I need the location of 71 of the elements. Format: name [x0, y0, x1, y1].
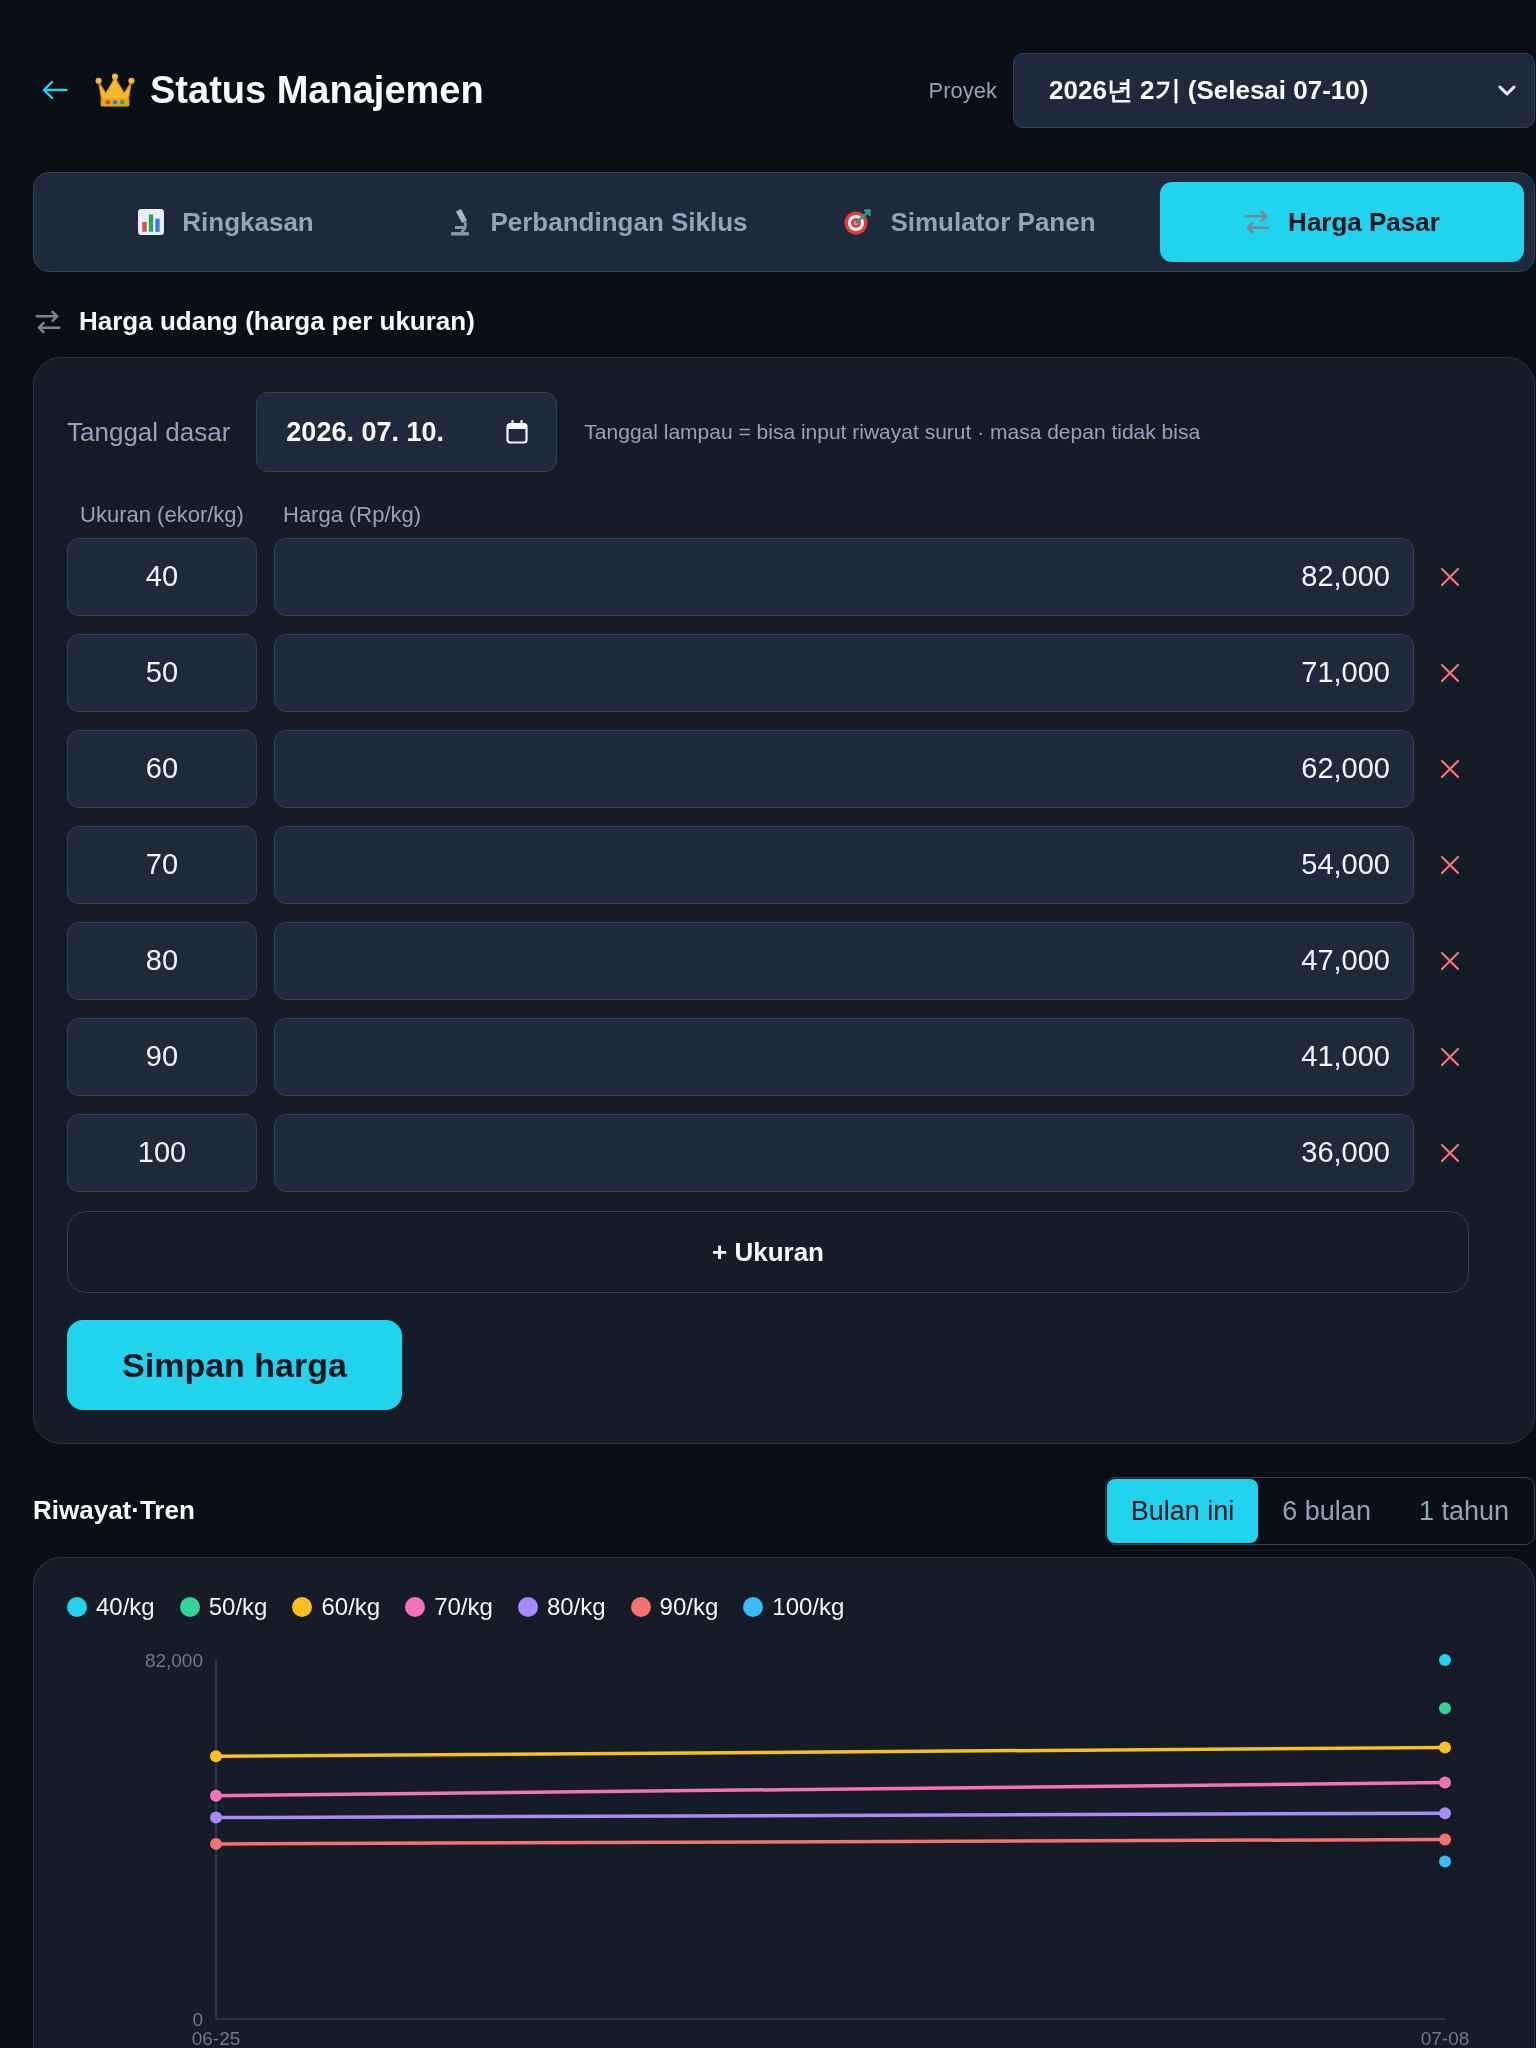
tab[interactable]: Harga Pasar	[1160, 182, 1524, 262]
page-title: Status Manajemen	[150, 69, 484, 112]
exchange-icon	[1244, 209, 1271, 235]
data-point	[1439, 1807, 1451, 1820]
size-field[interactable]: 60	[67, 730, 257, 808]
price-field[interactable]: 54,000	[274, 826, 1414, 904]
column-header: Harga (Rp/kg)	[282, 502, 422, 528]
legend-label: 100/kg	[772, 1592, 845, 1622]
legend-label: 80/kg	[546, 1592, 606, 1622]
x-icon	[1440, 1143, 1460, 1163]
range-tab[interactable]: 6 bulan	[1258, 1479, 1395, 1543]
x-tick-label: 06-25	[191, 2028, 241, 2048]
price-field[interactable]: 47,000	[274, 922, 1414, 1000]
y-tick-label: 0	[192, 2009, 203, 2030]
add-size-button[interactable]: + Ukuran	[67, 1211, 1469, 1293]
size-field[interactable]: 100	[67, 1114, 257, 1192]
x-icon	[1440, 855, 1460, 875]
exchange-icon	[35, 309, 61, 335]
crown-icon	[95, 73, 135, 108]
price-field[interactable]: 36,000	[274, 1114, 1414, 1192]
tab[interactable]: Perbandingan Siklus	[416, 182, 780, 262]
tab[interactable]: Ringkasan	[44, 182, 408, 262]
x-icon	[1440, 951, 1460, 971]
legend-label: 60/kg	[321, 1592, 381, 1622]
bar-chart-icon	[138, 209, 165, 235]
data-point	[210, 1837, 222, 1850]
x-icon	[1440, 663, 1460, 683]
data-point	[1439, 1702, 1451, 1715]
legend-label: 90/kg	[659, 1592, 719, 1622]
date-field[interactable]: 2026. 07. 10.	[256, 392, 558, 472]
data-point	[1439, 1776, 1451, 1789]
save-button[interactable]: Simpan harga	[67, 1320, 402, 1410]
data-point	[210, 1811, 222, 1824]
range-tab[interactable]: Bulan ini	[1106, 1479, 1259, 1543]
hint-text: Tanggal lampau = bisa input riwayat surut · masa depan tidak bisa	[584, 419, 1201, 446]
data-point	[210, 1750, 222, 1763]
data-point	[1439, 1855, 1451, 1868]
section-title: Harga udang (harga per ukuran)	[79, 306, 475, 338]
price-field[interactable]: 82,000	[274, 538, 1414, 616]
price-field[interactable]: 62,000	[274, 730, 1414, 808]
project-select[interactable]: 2026년 2기 (Selesai 07-10)	[1013, 53, 1535, 128]
legend-label: 50/kg	[208, 1592, 268, 1622]
tab[interactable]: Simulator Panen	[788, 182, 1152, 262]
data-point	[1439, 1741, 1451, 1754]
price-field[interactable]: 41,000	[274, 1018, 1414, 1096]
x-icon	[1440, 567, 1460, 587]
size-field[interactable]: 90	[67, 1018, 257, 1096]
x-icon	[1440, 759, 1460, 779]
project-label: Proyek	[928, 77, 997, 105]
chevron-down-icon	[1498, 84, 1516, 97]
data-point	[210, 1789, 222, 1802]
price-field[interactable]: 71,000	[274, 634, 1414, 712]
section-title: Riwayat·Tren	[33, 1495, 195, 1527]
size-field[interactable]: 70	[67, 826, 257, 904]
back-button[interactable]	[42, 80, 68, 101]
legend-label: 40/kg	[96, 1592, 155, 1622]
size-field[interactable]: 40	[67, 538, 257, 616]
column-header: Ukuran (ekor/kg)	[79, 502, 245, 528]
size-field[interactable]: 50	[67, 634, 257, 712]
size-field[interactable]: 80	[67, 922, 257, 1000]
calendar-icon	[506, 420, 529, 444]
legend-label: 70/kg	[434, 1592, 493, 1622]
y-tick-label: 82,000	[144, 1650, 203, 1671]
x-tick-label: 07-08	[1420, 2028, 1470, 2048]
x-icon	[1440, 1047, 1460, 1067]
range-tab[interactable]: 1 tahun	[1394, 1479, 1533, 1543]
date-label: Tanggal dasar	[67, 415, 231, 449]
data-point	[1439, 1654, 1451, 1666]
data-point	[1439, 1833, 1451, 1846]
target-icon	[844, 208, 873, 236]
arrow-left-icon	[42, 80, 68, 101]
